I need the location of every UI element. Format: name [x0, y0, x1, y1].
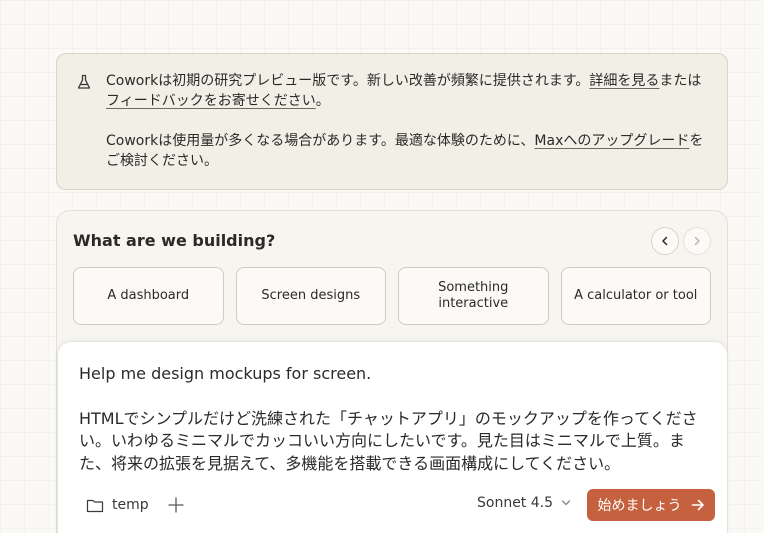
suggestion-calculator-tool[interactable]: A calculator or tool	[560, 267, 711, 325]
folder-label: temp	[112, 497, 149, 513]
notice-paragraph-1: Coworkは初期の研究プレビュー版です。新しい改善が頻繁に提供されます。詳細を…	[106, 73, 702, 109]
suggestion-something-interactive[interactable]: Something interactive	[398, 267, 549, 325]
folder-icon	[86, 499, 104, 512]
learn-more-link[interactable]: 詳細を見る	[589, 73, 659, 89]
suggestion-list: A dashboard Screen designs Something int…	[73, 267, 711, 325]
flask-icon	[77, 74, 91, 89]
chevron-left-icon	[662, 236, 668, 246]
preview-notice: Coworkは初期の研究プレビュー版です。新しい改善が頻繁に提供されます。詳細を…	[56, 53, 728, 190]
next-suggestions-button[interactable]	[683, 227, 711, 255]
notice-paragraph-2: Coworkは使用量が多くなる場合があります。最適な体験のために、Maxへのアッ…	[106, 133, 704, 169]
suggestion-screen-designs[interactable]: Screen designs	[235, 267, 386, 325]
prompt-composer: Help me design mockups for screen. HTMLで…	[57, 341, 728, 533]
chevron-down-icon	[561, 500, 571, 506]
start-label: 始めましょう	[597, 498, 682, 514]
feedback-link[interactable]: フィードバックをお寄せください	[106, 93, 316, 109]
model-label: Sonnet 4.5	[477, 495, 554, 511]
model-selector[interactable]: Sonnet 4.5	[477, 495, 571, 511]
suggestion-dashboard[interactable]: A dashboard	[73, 267, 224, 325]
arrow-right-icon	[691, 499, 704, 511]
prompt-input[interactable]: Help me design mockups for screen. HTMLで…	[79, 363, 715, 475]
prompt-line-2: HTMLでシンプルだけど洗練された「チャットアプリ」のモックアップを作ってくださ…	[79, 408, 698, 473]
folder-selector-button[interactable]: temp	[86, 493, 149, 517]
notice-body: Coworkは初期の研究プレビュー版です。新しい改善が頻繁に提供されます。詳細を…	[106, 71, 706, 171]
prompt-line-1: Help me design mockups for screen.	[79, 364, 372, 383]
chevron-right-icon	[694, 236, 700, 246]
composer-toolbar: temp Sonnet 4.5 始めましょう	[58, 488, 729, 522]
builder-title: What are we building?	[73, 231, 276, 250]
upgrade-max-link[interactable]: Maxへのアップグレード	[534, 133, 689, 149]
add-icon[interactable]	[166, 495, 186, 515]
previous-suggestions-button[interactable]	[651, 227, 679, 255]
start-button[interactable]: 始めましょう	[587, 489, 715, 521]
